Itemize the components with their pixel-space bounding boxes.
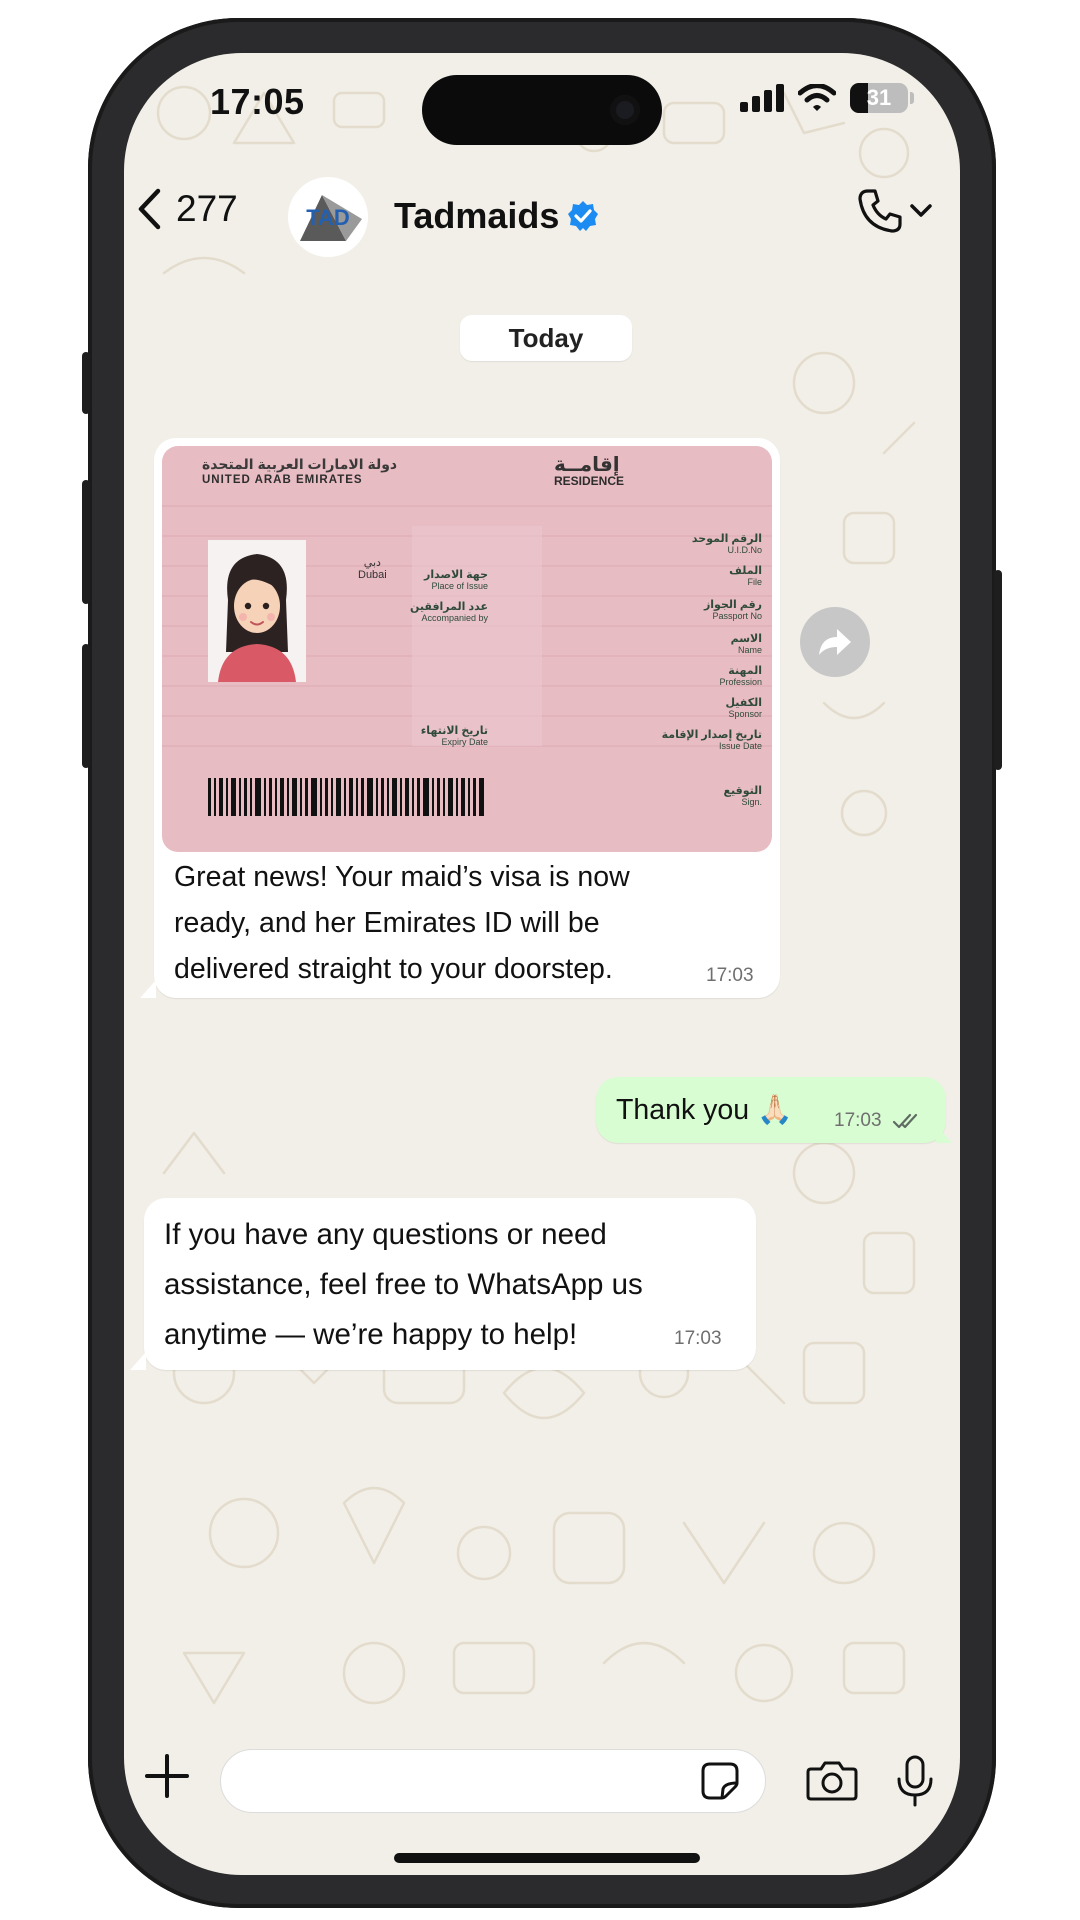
card-field-label: الكفيل Sponsor (632, 698, 762, 720)
battery-indicator: 31 (850, 83, 908, 113)
card-field-en: Profession (719, 677, 762, 687)
card-field-label: تاريخ الانتهاء Expiry Date (388, 726, 488, 748)
card-field-ar: التوقيع (723, 785, 763, 797)
card-field-label: تاريخ إصدار الإقامة Issue Date (602, 730, 762, 752)
message-text: If you have any questions or need assist… (164, 1218, 643, 1351)
card-field-en: Issue Date (718, 741, 762, 751)
card-field-ar: الاسم (730, 633, 762, 645)
verified-badge-icon (568, 201, 599, 231)
message-text: Great news! Your maid’s visa is now read… (174, 861, 630, 985)
card-field-en: U.I.D.No (727, 545, 762, 555)
barcode (208, 778, 484, 816)
bubble-tail (140, 980, 156, 998)
card-header-english: UNITED ARAB EMIRATES (202, 474, 363, 486)
contact-name: Tadmaids (394, 195, 560, 236)
svg-text:TAD: TAD (306, 205, 350, 230)
dynamic-island (422, 75, 662, 145)
plus-icon (145, 1754, 189, 1798)
card-field-label: الملف File (632, 566, 762, 588)
card-field-en: Sponsor (728, 709, 762, 719)
card-field-ar: تاريخ الانتهاء (420, 725, 488, 737)
status-time: 17:05 (210, 81, 305, 122)
contact-info[interactable]: Tadmaids (394, 195, 599, 237)
message-bubble-incoming[interactable]: If you have any questions or need assist… (144, 1198, 756, 1370)
card-field-en: Name (737, 645, 762, 655)
bubble-tail (130, 1352, 146, 1370)
volume-down-button (82, 644, 90, 768)
message-time: 17:03 (834, 1110, 882, 1131)
message-time: 17:03 (674, 1328, 722, 1349)
card-field-label: الرقم الموحد U.I.D.No (632, 534, 762, 556)
card-city-arabic: دبي (363, 557, 381, 569)
action-button (82, 352, 90, 414)
battery-level: 31 (866, 85, 892, 110)
card-field-label: الاسم Name (632, 634, 762, 656)
date-separator: Today (460, 315, 632, 361)
tadmaids-logo-icon: TAD (288, 177, 368, 257)
card-title-english: RESIDENCE (554, 474, 625, 488)
card-city-english: Dubai (358, 569, 387, 581)
phone-icon (858, 189, 902, 233)
chevron-left-icon (138, 188, 161, 230)
forward-button[interactable] (800, 607, 870, 677)
card-field-ar: عدد المرافقين (410, 601, 488, 613)
home-indicator[interactable] (394, 1853, 700, 1863)
card-field-label: رقم الجواز Passport No (632, 600, 762, 622)
call-button[interactable] (856, 187, 932, 235)
message-bubble-incoming[interactable]: دولة الامارات العربية المتحدة UNITED ARA… (154, 438, 780, 998)
back-button[interactable]: 277 (136, 187, 238, 231)
card-header-arabic: دولة الامارات العربية المتحدة (202, 456, 398, 472)
battery-nub (910, 92, 914, 104)
phone-screen: 17:05 31 277 TAD Tadmaids Today دولة الا… (124, 53, 960, 1875)
card-field-en: Passport No (712, 611, 762, 621)
double-check-icon (892, 1113, 918, 1129)
front-camera (610, 95, 640, 125)
card-field-ar: تاريخ إصدار الإقامة (661, 729, 762, 741)
wifi-icon (798, 84, 836, 111)
forward-icon (819, 629, 851, 655)
status-icons: 31 (740, 83, 914, 113)
message-bubble-outgoing[interactable]: Thank you 🙏🏻 17:03 (596, 1077, 946, 1143)
card-field-label: التوقيع Sign. (632, 785, 763, 808)
attach-button[interactable] (144, 1753, 190, 1804)
sticker-button[interactable] (700, 1761, 740, 1806)
card-field-en: Place of Issue (431, 581, 488, 591)
cellular-signal-icon (740, 84, 784, 112)
card-field-ar: رقم الجواز (703, 599, 762, 611)
input-bar (124, 1735, 960, 1825)
card-field-label: المهنة Profession (632, 666, 762, 688)
card-field-ar: الكفيل (725, 697, 762, 709)
unread-count: 277 (176, 188, 238, 229)
cartoon-portrait-icon (208, 540, 306, 682)
card-field-ar: الرقم الموحد (691, 533, 762, 545)
message-input[interactable] (220, 1749, 766, 1813)
card-field-en: Sign. (741, 797, 762, 807)
card-field-ar: المهنة (728, 665, 762, 677)
holder-photo (208, 540, 306, 682)
visa-card-image[interactable]: دولة الامارات العربية المتحدة UNITED ARA… (162, 446, 772, 852)
volume-up-button (82, 480, 90, 604)
camera-button[interactable] (806, 1759, 858, 1806)
message-text: Thank you 🙏🏻 (616, 1094, 793, 1126)
card-city: دبي Dubai (358, 556, 387, 581)
card-field-label: جهة الاصدار Place of Issue (388, 570, 488, 592)
card-field-ar: الملف (729, 565, 762, 577)
card-field-ar: جهة الاصدار (424, 569, 488, 581)
microphone-button[interactable] (896, 1755, 934, 1812)
message-time: 17:03 (706, 965, 754, 986)
sticker-icon (701, 1762, 739, 1800)
chevron-down-icon (910, 204, 932, 217)
power-button (994, 570, 1002, 770)
microphone-icon (897, 1755, 933, 1807)
card-field-en: File (747, 577, 762, 587)
card-field-label: عدد المرافقين Accompanied by (388, 602, 488, 624)
camera-icon (806, 1761, 858, 1801)
avatar[interactable]: TAD (288, 177, 368, 257)
chat-header: 277 TAD Tadmaids (124, 165, 960, 275)
card-field-en: Expiry Date (441, 737, 488, 747)
bubble-tail (936, 1125, 952, 1143)
card-field-en: Accompanied by (421, 613, 488, 623)
